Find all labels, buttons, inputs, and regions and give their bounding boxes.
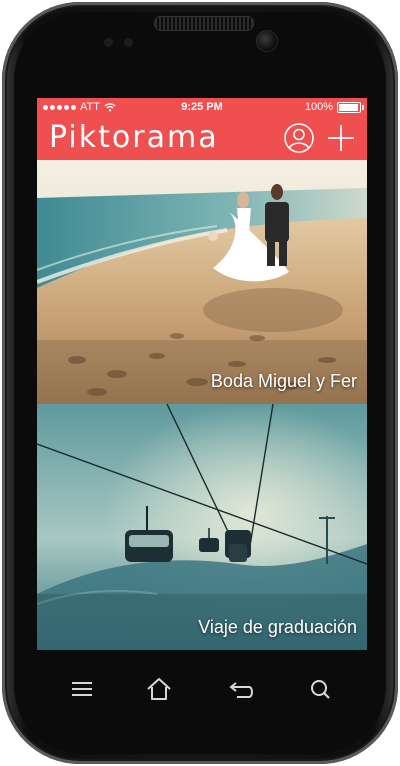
front-camera <box>256 30 278 52</box>
home-icon[interactable] <box>144 674 174 704</box>
app-screen: ATT 9:25 PM 100% Piktorama Boda Miguel y… <box>37 98 367 650</box>
battery-percent: 100% <box>304 101 333 113</box>
light-sensor <box>124 38 133 47</box>
album-cover-image <box>37 404 367 650</box>
status-bar: ATT 9:25 PM 100% <box>37 98 367 116</box>
app-title: Piktorama <box>49 120 219 155</box>
plus-icon[interactable] <box>325 122 357 154</box>
album-card[interactable]: Boda Miguel y Fer <box>37 160 367 404</box>
back-icon[interactable] <box>227 674 257 704</box>
earpiece-speaker <box>154 16 254 31</box>
proximity-sensor <box>104 38 113 47</box>
app-header: Piktorama <box>37 116 367 160</box>
search-icon[interactable] <box>305 674 335 704</box>
menu-icon[interactable] <box>67 674 97 704</box>
battery-icon <box>337 101 364 113</box>
album-title: Boda Miguel y Fer <box>210 371 357 391</box>
user-circle-icon[interactable] <box>283 122 315 154</box>
album-title: Viaje de graduación <box>198 617 357 637</box>
navigation-keys <box>37 666 367 710</box>
album-card[interactable]: Viaje de graduación <box>37 404 367 650</box>
album-cover-image <box>37 160 367 404</box>
